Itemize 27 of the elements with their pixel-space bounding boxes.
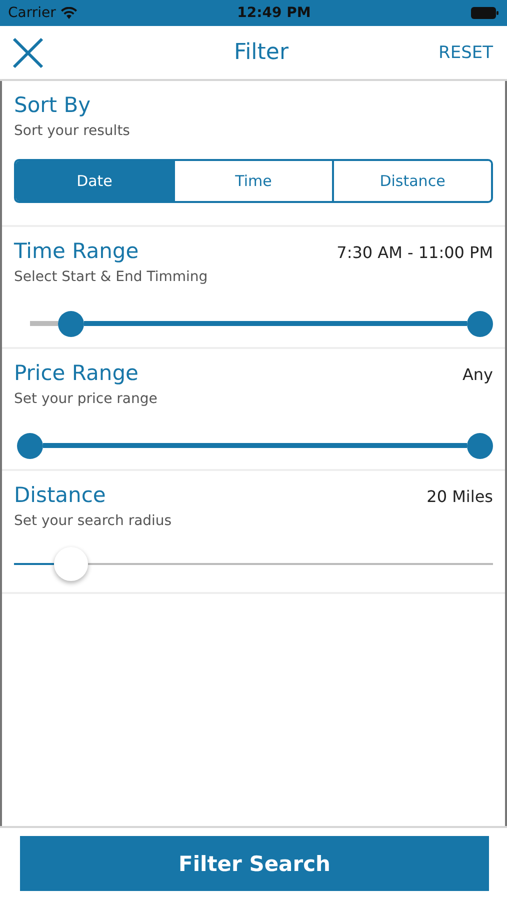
range-value: Any <box>462 365 493 384</box>
battery-icon <box>471 7 499 19</box>
section-subtitle: Sort your results <box>14 123 131 139</box>
carrier-label: Carrier <box>8 5 56 21</box>
reset-button[interactable]: RESET <box>438 42 493 62</box>
section-subtitle: Set your price range <box>14 391 158 407</box>
range-value: 20 Miles <box>426 487 493 506</box>
section-subtitle: Select Start & End Timming <box>14 269 209 285</box>
sort-tab[interactable]: Distance <box>332 161 491 201</box>
slider-handle[interactable] <box>467 310 493 336</box>
slider-handle[interactable] <box>54 547 88 581</box>
section-title: Price Range <box>14 361 138 385</box>
range-value: 7:30 AM - 11:00 PM <box>336 243 493 262</box>
close-icon[interactable] <box>12 36 44 68</box>
wifi-icon <box>60 7 77 19</box>
filter-search-button[interactable]: Filter Search <box>20 836 489 891</box>
section-title: Distance <box>14 483 106 507</box>
slider-handle[interactable] <box>58 310 84 336</box>
section-title: Time Range <box>14 239 139 263</box>
slider-track <box>30 321 58 326</box>
status-time: 12:49 PM <box>237 5 311 21</box>
section-subtitle: Set your search radius <box>14 513 173 529</box>
slider-handle[interactable] <box>467 432 493 458</box>
section-title: Sort By <box>14 93 91 117</box>
slider-handle[interactable] <box>17 432 43 458</box>
screen-title: Filter <box>234 40 288 65</box>
sort-tab[interactable]: Date <box>16 161 173 201</box>
